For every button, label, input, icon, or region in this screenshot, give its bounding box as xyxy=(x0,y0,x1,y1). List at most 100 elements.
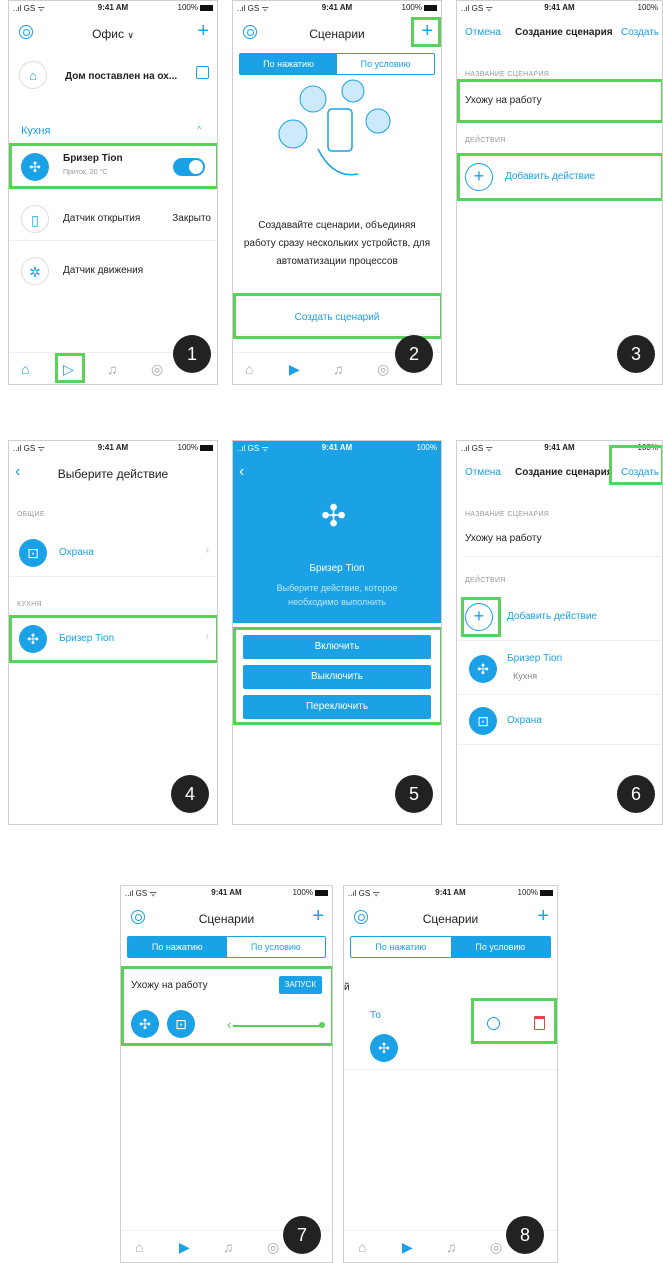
room-label: Кухня xyxy=(21,125,51,137)
add-icon[interactable]: + xyxy=(312,906,324,926)
toggle-knob xyxy=(189,160,203,174)
action-item[interactable]: ⊡ Охрана xyxy=(457,697,662,745)
step-badge: 3 xyxy=(617,335,655,373)
scenarios-tab-icon[interactable]: ▶ xyxy=(179,1239,190,1256)
bell-tab-icon[interactable]: ♫ xyxy=(107,361,118,377)
scenario-card[interactable]: То ✣ xyxy=(344,996,557,1070)
add-icon[interactable]: + xyxy=(421,21,433,41)
cancel-button[interactable]: Отмена xyxy=(465,27,501,38)
screen-1-home: ..ıl GS ᯤ 9:41 AM 100% Офис ∨ + ⌂ Дом по… xyxy=(8,0,218,385)
swipe-arrow-head-icon: ‹ xyxy=(227,1016,232,1032)
settings-tab-icon[interactable]: ◎ xyxy=(151,361,163,378)
door-sensor-row[interactable]: ▯ Датчик открытия Закрыто xyxy=(9,197,217,241)
add-action-row[interactable]: + Добавить действие xyxy=(457,155,662,199)
security-action-label: Охрана xyxy=(59,547,94,558)
plus-circle-icon: + xyxy=(465,603,493,631)
home-tab-icon[interactable]: ⌂ xyxy=(245,361,253,377)
battery-icon xyxy=(200,445,213,451)
lock-icon: ⊡ xyxy=(469,707,497,735)
motion-sensor-row[interactable]: ✲ Датчик движения xyxy=(9,249,217,293)
battery-icon xyxy=(315,890,328,896)
door-sensor-label: Датчик открытия xyxy=(63,213,141,224)
scenario-illustration xyxy=(278,79,391,176)
scenarios-tab-icon[interactable]: ▷ xyxy=(63,361,74,378)
bell-tab-icon[interactable]: ♫ xyxy=(446,1239,457,1255)
chevron-right-icon: › xyxy=(205,631,209,642)
page-title: Выберите действие xyxy=(57,467,169,481)
scenarios-tab-icon[interactable]: ▶ xyxy=(289,361,300,378)
location-title[interactable]: Офис xyxy=(92,27,124,41)
scenario-name-input[interactable]: Ухожу на работу xyxy=(465,527,662,557)
battery-label: 100% xyxy=(292,888,313,897)
tab-by-press[interactable]: По нажатию xyxy=(240,54,337,74)
tab-by-press[interactable]: По нажатию xyxy=(128,937,227,957)
tab-by-press[interactable]: По нажатию xyxy=(351,937,451,957)
toggle-button[interactable]: Переключить xyxy=(243,695,431,719)
settings-gear-icon[interactable] xyxy=(487,1017,500,1030)
home-tab-icon[interactable]: ⌂ xyxy=(135,1239,143,1255)
lock-icon[interactable] xyxy=(196,66,209,79)
lock-icon: ⊡ xyxy=(19,539,47,567)
bell-tab-icon[interactable]: ♫ xyxy=(333,361,344,377)
security-row[interactable]: ⌂ Дом поставлен на ох... xyxy=(9,57,217,95)
door-icon: ▯ xyxy=(21,205,49,233)
battery-label: 100% xyxy=(517,888,538,897)
page-title: Создание сценария xyxy=(515,467,613,478)
motion-icon: ✲ xyxy=(21,257,49,285)
battery-label: 100% xyxy=(637,3,658,12)
step-badge: 2 xyxy=(395,335,433,373)
page-title: Сценарии xyxy=(309,27,365,41)
run-button[interactable]: ЗАПУСК xyxy=(278,976,322,994)
home-tab-icon[interactable]: ⌂ xyxy=(358,1239,366,1255)
add-icon[interactable]: + xyxy=(537,906,549,926)
empty-description: Создавайте сценарии, объединяя работу ср… xyxy=(243,220,431,267)
add-icon[interactable]: + xyxy=(197,21,209,41)
tab-by-condition[interactable]: По условию xyxy=(337,54,434,74)
back-chevron-icon[interactable]: ‹ xyxy=(239,463,244,481)
trash-icon[interactable] xyxy=(534,1016,545,1030)
time-label: 9:41 AM xyxy=(544,443,575,452)
scenario-card[interactable]: Ухожу на работу ЗАПУСК ✣ ⊡ ‹ xyxy=(121,970,332,1044)
status-bar: ..ıl GS ᯤ 9:41 AM 100% xyxy=(9,441,217,455)
battery-icon xyxy=(424,5,437,11)
time-label: 9:41 AM xyxy=(321,443,353,452)
power-toggle[interactable] xyxy=(173,158,205,176)
settings-tab-icon[interactable]: ◎ xyxy=(267,1239,279,1256)
turn-on-button[interactable]: Включить xyxy=(243,635,431,659)
scenario-name-input[interactable]: Ухожу на работу xyxy=(465,89,662,121)
cancel-button[interactable]: Отмена xyxy=(465,467,501,478)
create-button[interactable]: Создать xyxy=(621,27,659,38)
truncated-text: й xyxy=(344,982,350,993)
room-header[interactable]: Кухня ^ xyxy=(21,125,209,137)
bell-tab-icon[interactable]: ♫ xyxy=(223,1239,234,1255)
fan-icon: ✣ xyxy=(131,1010,159,1038)
tab-by-condition[interactable]: По условию xyxy=(227,937,326,957)
battery-label: 100% xyxy=(637,443,658,452)
action-item[interactable]: ✣ Бризер Tion Кухня xyxy=(457,643,662,695)
battery-label: 100% xyxy=(416,443,437,452)
create-scenario-button[interactable]: Создать сценарий xyxy=(233,299,441,335)
page-title: Создание сценария xyxy=(515,27,613,38)
step-badge: 7 xyxy=(283,1216,321,1254)
screen-7-scenario-list: ..ıl GS ᯤ 9:41 AM 100% Сценарии + По наж… xyxy=(120,885,333,1263)
fan-icon: ✣ xyxy=(21,153,49,181)
security-action-row[interactable]: ⊡ Охрана › xyxy=(9,531,217,577)
settings-tab-icon[interactable]: ◎ xyxy=(377,361,389,378)
breezer-action-row[interactable]: ✣ Бризер Tion › xyxy=(9,617,217,663)
scenarios-tab-icon[interactable]: ▶ xyxy=(402,1239,413,1256)
turn-off-button[interactable]: Выключить xyxy=(243,665,431,689)
fan-icon: ✣ xyxy=(469,655,497,683)
time-label: 9:41 AM xyxy=(544,3,575,12)
breezer-row[interactable]: ✣ Бризер Tion Приток, 20 °C xyxy=(9,145,217,189)
create-button[interactable]: Создать xyxy=(621,467,659,478)
chevron-down-icon[interactable]: ∨ xyxy=(127,30,134,40)
step-badge: 8 xyxy=(506,1216,544,1254)
home-tab-icon[interactable]: ⌂ xyxy=(21,361,29,377)
security-row-label: Дом поставлен на ох... xyxy=(65,71,178,82)
settings-tab-icon[interactable]: ◎ xyxy=(490,1239,502,1256)
status-bar: ..ıl GS ᯤ 9:41 AM 100% xyxy=(457,441,662,455)
status-bar: ..ıl GS ᯤ 9:41 AM 100% xyxy=(121,886,332,900)
swipe-arrow xyxy=(233,1025,321,1027)
add-action-row[interactable]: + Добавить действие xyxy=(457,593,662,641)
tab-by-condition[interactable]: По условию xyxy=(450,937,550,957)
